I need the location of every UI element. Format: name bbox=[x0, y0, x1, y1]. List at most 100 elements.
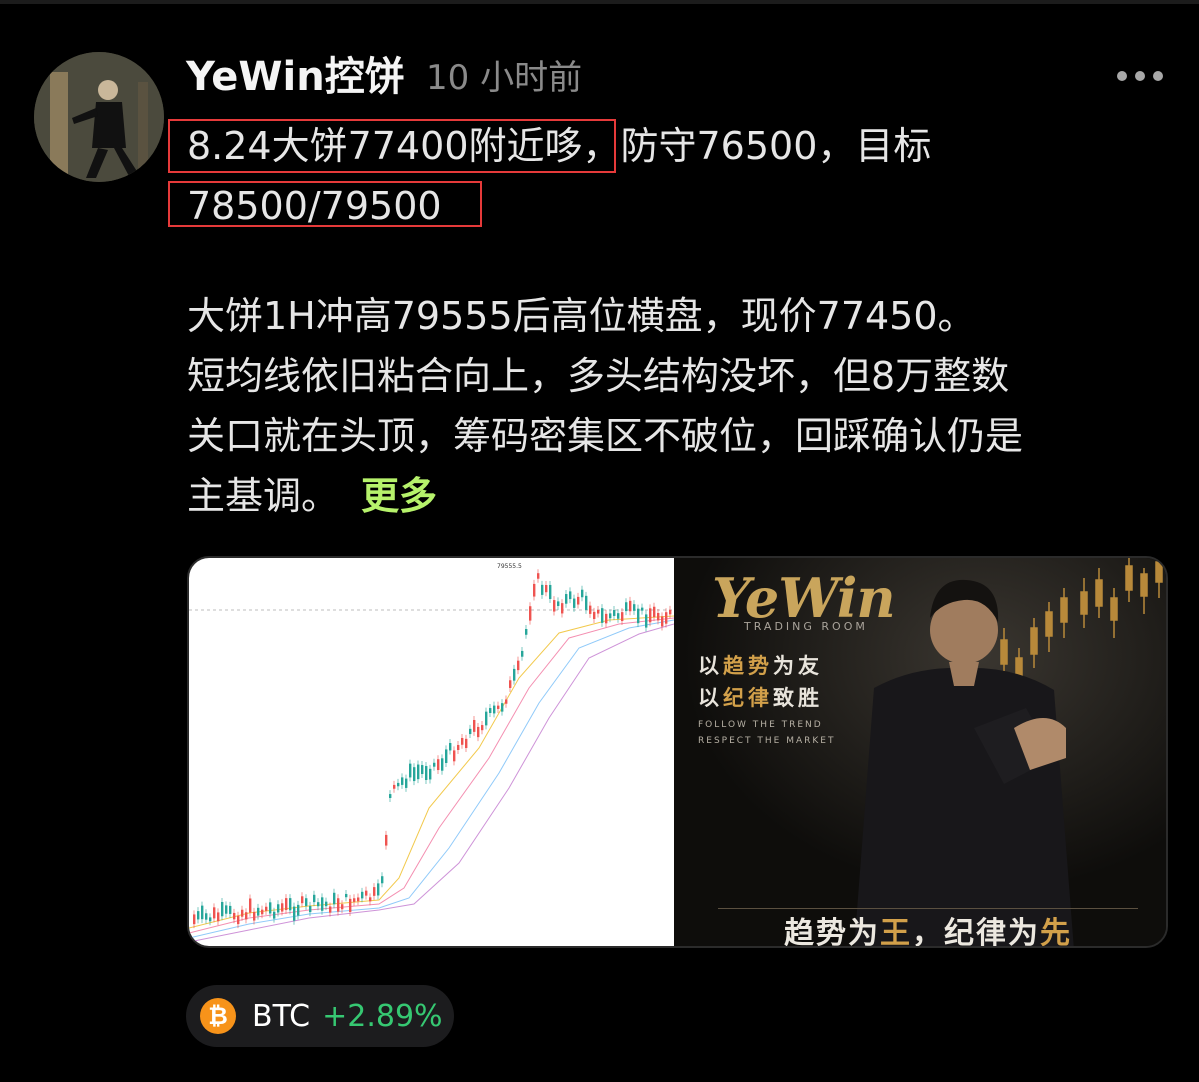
bitcoin-icon: ₿ bbox=[200, 998, 236, 1034]
candle-body bbox=[457, 744, 460, 750]
post-paragraph-line: 短均线依旧粘合向上，多头结构没坏，但8万整数 bbox=[187, 354, 1010, 398]
candle-body bbox=[601, 608, 604, 623]
candle-body bbox=[525, 629, 528, 635]
candle-body bbox=[413, 767, 416, 782]
red-highlight-box-2 bbox=[168, 181, 482, 227]
candle-body bbox=[421, 765, 424, 775]
candle-body bbox=[381, 876, 384, 884]
candle-body bbox=[325, 901, 328, 907]
candle-body bbox=[209, 917, 212, 922]
candle-body bbox=[433, 762, 436, 767]
expand-more-link[interactable]: 更多 bbox=[361, 474, 437, 518]
candle-body bbox=[261, 909, 264, 915]
chart-screenshot[interactable]: 79555.5 bbox=[189, 558, 675, 946]
candle-body bbox=[285, 898, 288, 911]
candle-body bbox=[573, 598, 576, 608]
candle-body bbox=[401, 777, 404, 785]
candle-body bbox=[657, 612, 660, 621]
avatar[interactable] bbox=[34, 52, 164, 182]
candle-body bbox=[281, 903, 284, 912]
candle-body bbox=[453, 750, 456, 762]
candle-body bbox=[617, 613, 620, 619]
candle-body bbox=[501, 703, 504, 712]
candle-body bbox=[341, 904, 344, 910]
post-timestamp: 10 小时前 bbox=[426, 58, 583, 98]
promo-english-1: FOLLOW THE TREND bbox=[698, 720, 823, 730]
post-text-rest: ，防守76500，目标 bbox=[582, 124, 932, 168]
candle-body bbox=[349, 898, 352, 912]
candle-body bbox=[633, 604, 636, 611]
candle-body bbox=[465, 738, 468, 749]
candle-body bbox=[393, 784, 396, 789]
candle-body bbox=[253, 911, 256, 921]
more-options-icon[interactable] bbox=[1110, 56, 1170, 96]
candle-body bbox=[333, 892, 336, 905]
candle-body bbox=[277, 904, 280, 913]
candle-body bbox=[497, 705, 500, 709]
candle-body bbox=[273, 911, 276, 919]
candle-body bbox=[489, 708, 492, 714]
candle-body bbox=[317, 902, 320, 907]
candle-body bbox=[669, 609, 672, 615]
author-name[interactable]: YeWin控饼 bbox=[186, 52, 405, 102]
candlestick-chart: 79555.5 bbox=[189, 563, 675, 943]
media-gallery[interactable]: 79555.5 YeWin TRADING ROOM 以趋势为友 以纪律致胜 F… bbox=[187, 556, 1168, 948]
candle-body bbox=[373, 887, 376, 896]
candle-body bbox=[641, 607, 644, 611]
candle-body bbox=[589, 605, 592, 614]
candle-body bbox=[629, 600, 632, 612]
post-paragraph-line: 主基调。 更多 bbox=[187, 466, 1167, 526]
candle-body bbox=[297, 904, 300, 916]
candle-body bbox=[561, 603, 564, 614]
candle-body bbox=[237, 915, 240, 925]
candle-body bbox=[473, 719, 476, 732]
candle-body bbox=[593, 611, 596, 620]
candle-body bbox=[533, 583, 536, 597]
candle-body bbox=[353, 898, 356, 902]
promo-image[interactable]: YeWin TRADING ROOM 以趋势为友 以纪律致胜 FOLLOW TH… bbox=[674, 558, 1166, 946]
avatar-image bbox=[34, 52, 164, 182]
candle-body bbox=[201, 905, 204, 920]
candle-body bbox=[557, 601, 560, 606]
candle-body bbox=[469, 728, 472, 735]
candle-body bbox=[521, 650, 524, 657]
candle-body bbox=[417, 764, 420, 780]
candle-body bbox=[485, 711, 488, 726]
post-last-line: 主基调。 bbox=[187, 474, 340, 518]
candle-body bbox=[509, 680, 512, 688]
candle-body bbox=[553, 600, 556, 612]
candle-body bbox=[613, 610, 616, 616]
candle-body bbox=[637, 608, 640, 624]
candle-body bbox=[301, 896, 304, 904]
candle-body bbox=[449, 743, 452, 751]
candle-body bbox=[229, 905, 232, 914]
candle-body bbox=[445, 749, 448, 764]
candle-body bbox=[241, 909, 244, 917]
candle-body bbox=[389, 794, 392, 798]
candle-body bbox=[545, 584, 548, 593]
candle-body bbox=[329, 906, 332, 913]
red-highlight-box-1 bbox=[168, 119, 616, 173]
post-paragraph-line: 关口就在头顶，筹码密集区不破位，回踩确认仍是 bbox=[187, 414, 1024, 458]
candle-body bbox=[257, 907, 260, 916]
candle-body bbox=[461, 737, 464, 745]
candle-body bbox=[361, 891, 364, 899]
candle-body bbox=[245, 912, 248, 920]
candle-body bbox=[597, 609, 600, 614]
candle-body bbox=[321, 897, 324, 911]
ticker-chip[interactable]: ₿ BTC +2.89% bbox=[186, 985, 454, 1047]
candle-body bbox=[197, 911, 200, 920]
post-paragraph-line: 大饼1H冲高79555后高位横盘，现价77450。 bbox=[187, 294, 976, 338]
candle-body bbox=[581, 589, 584, 598]
candle-body bbox=[405, 778, 408, 788]
candle-body bbox=[265, 906, 268, 911]
candle-body bbox=[377, 883, 380, 896]
candle-body bbox=[441, 758, 444, 771]
promo-slogan-1: 以趋势为友 bbox=[698, 654, 823, 678]
candle-body bbox=[269, 902, 272, 914]
candle-body bbox=[345, 893, 348, 898]
candle-body bbox=[357, 897, 360, 902]
promo-slogan-2: 以纪律致胜 bbox=[698, 686, 823, 710]
candle-body bbox=[577, 596, 580, 605]
chart-peak-label: 79555.5 bbox=[497, 563, 522, 570]
